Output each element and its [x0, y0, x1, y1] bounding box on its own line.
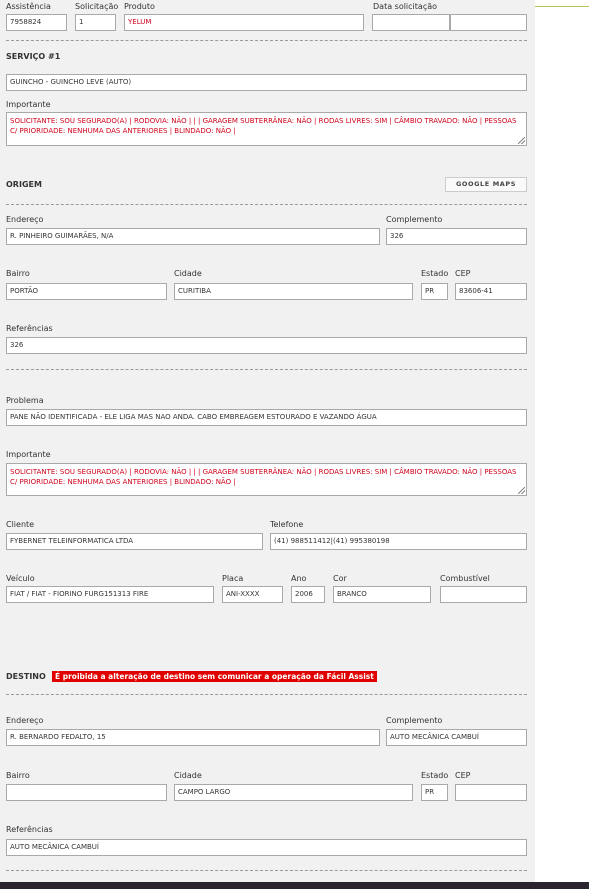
destino-cep-field[interactable] — [455, 784, 527, 801]
divider — [6, 204, 527, 205]
destino-bairro-label: Bairro — [6, 771, 30, 780]
servico-title: SERVIÇO #1 — [6, 52, 61, 61]
servico-importante-label: Importante — [6, 100, 51, 109]
data-solicitacao-label: Data solicitação — [373, 2, 438, 11]
produto-field[interactable]: YELUM — [124, 14, 364, 31]
assistencia-field[interactable]: 7958824 — [6, 14, 67, 31]
problema-field[interactable]: PANE NÃO IDENTIFICADA - ELE LIGA MAS NAO… — [6, 409, 527, 426]
placa-field[interactable]: ANI-XXXX — [222, 586, 283, 603]
origem-bairro-label: Bairro — [6, 269, 30, 278]
destino-estado-field[interactable]: PR — [421, 784, 448, 801]
data-solicitacao-field[interactable] — [372, 14, 450, 31]
assistencia-label: Assistência — [6, 2, 51, 11]
origem-cep-label: CEP — [455, 269, 471, 278]
veiculo-label: Veículo — [6, 574, 35, 583]
solicitacao-label: Solicitação — [75, 2, 119, 11]
top-accent-line — [535, 6, 589, 7]
hora-solicitacao-field[interactable] — [450, 14, 527, 31]
solicitacao-field[interactable]: 1 — [75, 14, 116, 31]
destino-referencias-field[interactable]: AUTO MECÂNICA CAMBUÍ — [6, 839, 527, 856]
destino-estado-label: Estado — [421, 771, 449, 780]
problema-importante-text: SOLICITANTE: SOU SEGURADO(A) | RODOVIA: … — [10, 468, 517, 486]
destino-warning-badge: É proibida a alteração de destino sem co… — [52, 671, 377, 682]
cor-field[interactable]: BRANCO — [333, 586, 431, 603]
placa-label: Placa — [222, 574, 244, 583]
servico-tipo-field[interactable]: GUINCHO - GUINCHO LEVE (AUTO) — [6, 74, 527, 91]
origem-title: ORIGEM — [6, 180, 42, 189]
cliente-field[interactable]: FYBERNET TELEINFORMATICA LTDA — [6, 533, 263, 550]
destino-referencias-label: Referências — [6, 825, 53, 834]
origem-endereco-field[interactable]: R. PINHEIRO GUIMARÃES, N/A — [6, 228, 380, 245]
ano-field[interactable]: 2006 — [291, 586, 325, 603]
telefone-field[interactable]: (41) 988511412|(41) 995380198 — [270, 533, 527, 550]
divider — [6, 694, 527, 695]
servico-importante-text: SOLICITANTE: SOU SEGURADO(A) | RODOVIA: … — [10, 117, 517, 135]
problema-importante-label: Importante — [6, 450, 51, 459]
divider — [6, 870, 527, 871]
veiculo-field[interactable]: FIAT / FIAT - FIORINO FURG151313 FIRE — [6, 586, 214, 603]
telefone-label: Telefone — [270, 520, 304, 529]
destino-cep-label: CEP — [455, 771, 471, 780]
destino-complemento-label: Complemento — [386, 716, 443, 725]
destino-bairro-field[interactable] — [6, 784, 167, 801]
problema-importante-textarea[interactable]: SOLICITANTE: SOU SEGURADO(A) | RODOVIA: … — [6, 463, 527, 496]
origem-complemento-label: Complemento — [386, 215, 443, 224]
cliente-label: Cliente — [6, 520, 35, 529]
resize-grip-icon[interactable] — [518, 487, 525, 494]
destino-endereco-label: Endereço — [6, 716, 44, 725]
destino-cidade-label: Cidade — [174, 771, 202, 780]
origem-cidade-field[interactable]: CURITIBA — [174, 283, 413, 300]
cor-label: Cor — [333, 574, 347, 583]
origem-complemento-field[interactable]: 326 — [386, 228, 527, 245]
combustivel-label: Combustível — [440, 574, 490, 583]
divider — [6, 40, 527, 41]
destino-title: DESTINO — [6, 672, 46, 681]
origem-referencias-field[interactable]: 326 — [6, 337, 527, 354]
produto-label: Produto — [124, 2, 155, 11]
divider — [6, 369, 527, 370]
destino-complemento-field[interactable]: AUTO MECÂNICA CAMBUÍ — [386, 729, 527, 746]
origem-cidade-label: Cidade — [174, 269, 202, 278]
bottom-bar — [0, 882, 589, 889]
origem-referencias-label: Referências — [6, 324, 53, 333]
problema-label: Problema — [6, 396, 44, 405]
resize-grip-icon[interactable] — [518, 137, 525, 144]
origem-cep-field[interactable]: 83606-41 — [455, 283, 527, 300]
google-maps-button[interactable]: GOOGLE MAPS — [445, 177, 527, 192]
destino-endereco-field[interactable]: R. BERNARDO FEDALTO, 15 — [6, 729, 380, 746]
destino-cidade-field[interactable]: CAMPO LARGO — [174, 784, 413, 801]
servico-importante-textarea[interactable]: SOLICITANTE: SOU SEGURADO(A) | RODOVIA: … — [6, 112, 527, 146]
origem-bairro-field[interactable]: PORTÃO — [6, 283, 167, 300]
combustivel-field[interactable] — [440, 586, 527, 603]
origem-estado-field[interactable]: PR — [421, 283, 448, 300]
ano-label: Ano — [291, 574, 307, 583]
origem-estado-label: Estado — [421, 269, 449, 278]
origem-endereco-label: Endereço — [6, 215, 44, 224]
